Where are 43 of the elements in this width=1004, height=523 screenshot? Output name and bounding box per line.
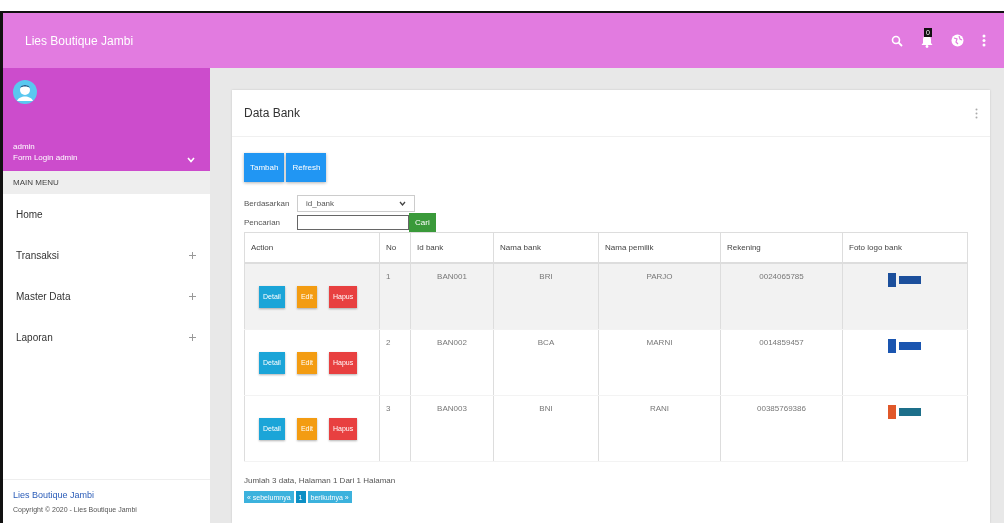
table-cell: BCA (493, 329, 599, 396)
user-role: Form Login admin (13, 152, 78, 163)
table-cell: BAN003 (410, 395, 494, 462)
summary-text: Jumlah 3 data, Halaman 1 Dari 1 Halaman (244, 476, 397, 485)
search-label: Pencarian (244, 218, 282, 227)
table-cell: BAN002 (410, 329, 494, 396)
table-cell: MARNI (598, 329, 721, 396)
table-cell: BRI (493, 263, 599, 330)
table-cell: 3 (379, 395, 411, 462)
globe-icon[interactable] (951, 34, 964, 47)
user-name: admin (13, 141, 36, 152)
toolbar-button[interactable]: Refresh (286, 153, 327, 182)
menu-item[interactable]: Master Data (3, 276, 210, 317)
table-cell: 1 (379, 263, 411, 330)
more-vertical-icon[interactable] (982, 34, 986, 47)
table-cell: 0024065785 (720, 263, 843, 330)
menu-item[interactable]: Transaksi (3, 235, 210, 276)
menu-section-header: MAIN MENU (3, 171, 210, 194)
footer-title: Lies Boutique Jambi (13, 490, 96, 500)
table-cell: 0014859457 (720, 329, 843, 396)
card-title: Data Bank (244, 106, 301, 120)
table-cell: PARJO (598, 263, 721, 330)
filter-select[interactable]: id_bank (297, 195, 415, 212)
search-button[interactable]: Cari (409, 213, 436, 232)
more-vertical-icon[interactable] (975, 107, 978, 119)
filter-label: Berdasarkan (244, 199, 291, 208)
avatar-icon (13, 80, 37, 104)
table-cell: BNI (493, 395, 599, 462)
toolbar-button[interactable]: Tambah (244, 153, 285, 182)
bank-logo-image (888, 338, 922, 354)
table-cell: 2 (379, 329, 411, 396)
bank-logo-image (888, 404, 922, 420)
chevron-down-icon[interactable] (187, 157, 195, 163)
table-cell: RANI (598, 395, 721, 462)
menu-item[interactable]: Home (3, 194, 210, 235)
menu-item[interactable]: Laporan (3, 317, 210, 358)
search-field[interactable] (297, 215, 409, 230)
search-icon[interactable] (891, 34, 903, 47)
table-cell: 00385769386 (720, 395, 843, 462)
table-cell: BAN001 (410, 263, 494, 330)
app-title: Lies Boutique Jambi (25, 33, 134, 48)
chevron-down-icon (399, 201, 406, 206)
bank-logo-image (888, 272, 922, 288)
